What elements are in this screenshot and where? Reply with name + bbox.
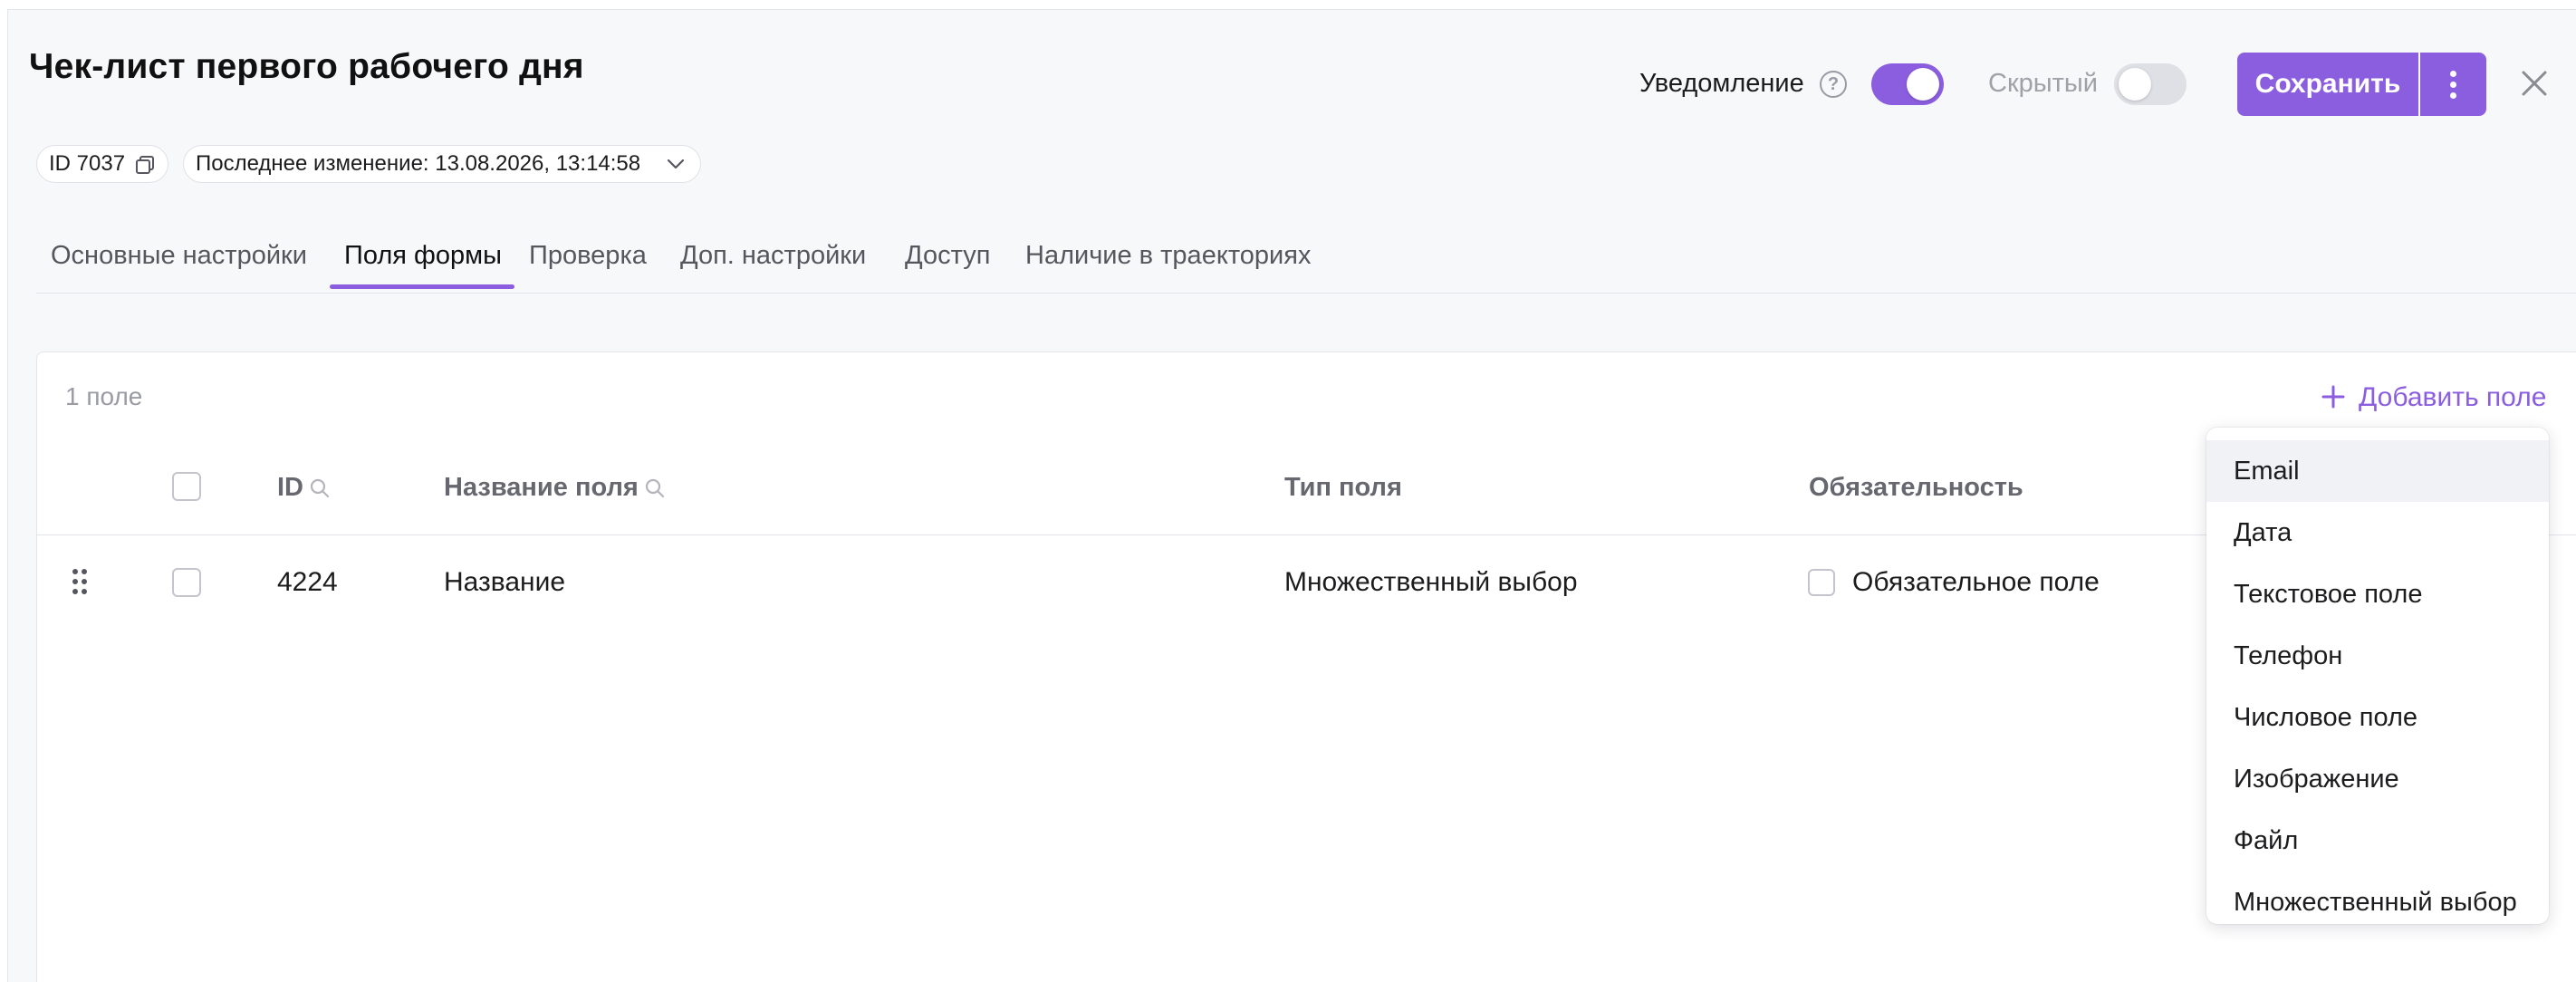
search-icon[interactable] xyxy=(309,477,331,499)
drag-handle-icon[interactable] xyxy=(72,569,89,596)
add-field-dropdown: Email Дата Текстовое поле Телефон Числов… xyxy=(2206,428,2549,924)
plus-icon xyxy=(2321,385,2345,409)
required-checkbox[interactable] xyxy=(1808,569,1835,596)
field-type-option-text[interactable]: Текстовое поле xyxy=(2206,563,2549,625)
chevron-down-icon xyxy=(667,159,685,169)
row-type: Множественный выбор xyxy=(1284,567,1578,597)
search-icon[interactable] xyxy=(644,477,666,499)
kebab-dot xyxy=(2450,92,2456,99)
page-title: Чек-лист первого рабочего дня xyxy=(29,47,584,86)
tab-access[interactable]: Доступ xyxy=(905,241,990,271)
column-header-required: Обязательность xyxy=(1809,473,2023,502)
field-type-option-multiselect[interactable]: Множественный выбор xyxy=(2206,871,2549,924)
select-all-checkbox[interactable] xyxy=(172,472,201,501)
copy-icon[interactable] xyxy=(135,155,155,175)
kebab-dot xyxy=(2450,82,2456,88)
column-header-name-label: Название поля xyxy=(444,473,639,502)
field-type-option-date[interactable]: Дата xyxy=(2206,502,2549,563)
field-type-option-number[interactable]: Числовое поле xyxy=(2206,687,2549,748)
add-field-button[interactable]: Добавить поле xyxy=(2321,380,2546,413)
save-button[interactable]: Сохранить xyxy=(2237,53,2418,116)
required-label: Обязательное поле xyxy=(1852,567,2100,597)
row-id: 4224 xyxy=(277,567,338,597)
close-icon[interactable] xyxy=(2518,67,2551,100)
drag-dot xyxy=(72,579,78,584)
tab-check[interactable]: Проверка xyxy=(529,241,647,271)
row-select-checkbox[interactable] xyxy=(172,568,201,597)
active-tab-indicator xyxy=(330,284,514,289)
toggle-knob xyxy=(2119,68,2151,101)
hidden-label: Скрытый xyxy=(1988,69,2098,98)
id-value: ID 7037 xyxy=(49,151,126,176)
row-name[interactable]: Название xyxy=(444,567,565,598)
tabs-divider xyxy=(36,293,2576,294)
column-header-id-label: ID xyxy=(277,473,303,502)
column-header-id[interactable]: ID xyxy=(277,473,331,503)
drag-dot xyxy=(72,589,78,594)
hidden-toggle[interactable] xyxy=(2114,63,2187,105)
column-header-name[interactable]: Название поля xyxy=(444,473,666,503)
column-header-type: Тип поля xyxy=(1284,473,1402,502)
field-type-option-image[interactable]: Изображение xyxy=(2206,748,2549,810)
more-options-button[interactable] xyxy=(2420,53,2486,116)
add-field-label: Добавить поле xyxy=(2359,382,2547,412)
notification-label: Уведомление xyxy=(1639,69,1804,98)
fields-count: 1 поле xyxy=(65,382,143,410)
drag-dot xyxy=(72,569,78,574)
notification-toggle[interactable] xyxy=(1871,63,1944,105)
drag-dot xyxy=(82,589,87,594)
tab-trajectories[interactable]: Наличие в траекториях xyxy=(1025,241,1311,271)
drag-dot xyxy=(82,569,87,574)
tab-extra-settings[interactable]: Доп. настройки xyxy=(680,241,866,271)
fields-table-card xyxy=(36,351,2576,982)
help-icon[interactable]: ? xyxy=(1820,71,1847,98)
last-modified-chip[interactable]: Последнее изменение: 13.08.2026, 13:14:5… xyxy=(183,145,701,183)
header-divider xyxy=(36,534,2576,535)
drag-dot xyxy=(82,579,87,584)
field-type-option-email[interactable]: Email xyxy=(2206,440,2549,502)
last-modified-text: Последнее изменение: 13.08.2026, 13:14:5… xyxy=(196,151,641,176)
tab-main-settings[interactable]: Основные настройки xyxy=(51,241,307,271)
field-type-option-phone[interactable]: Телефон xyxy=(2206,625,2549,687)
kebab-dot xyxy=(2450,71,2456,77)
field-type-option-file[interactable]: Файл xyxy=(2206,810,2549,871)
tab-form-fields[interactable]: Поля формы xyxy=(344,241,502,271)
id-chip[interactable]: ID 7037 xyxy=(36,145,168,183)
toggle-knob xyxy=(1907,68,1939,101)
